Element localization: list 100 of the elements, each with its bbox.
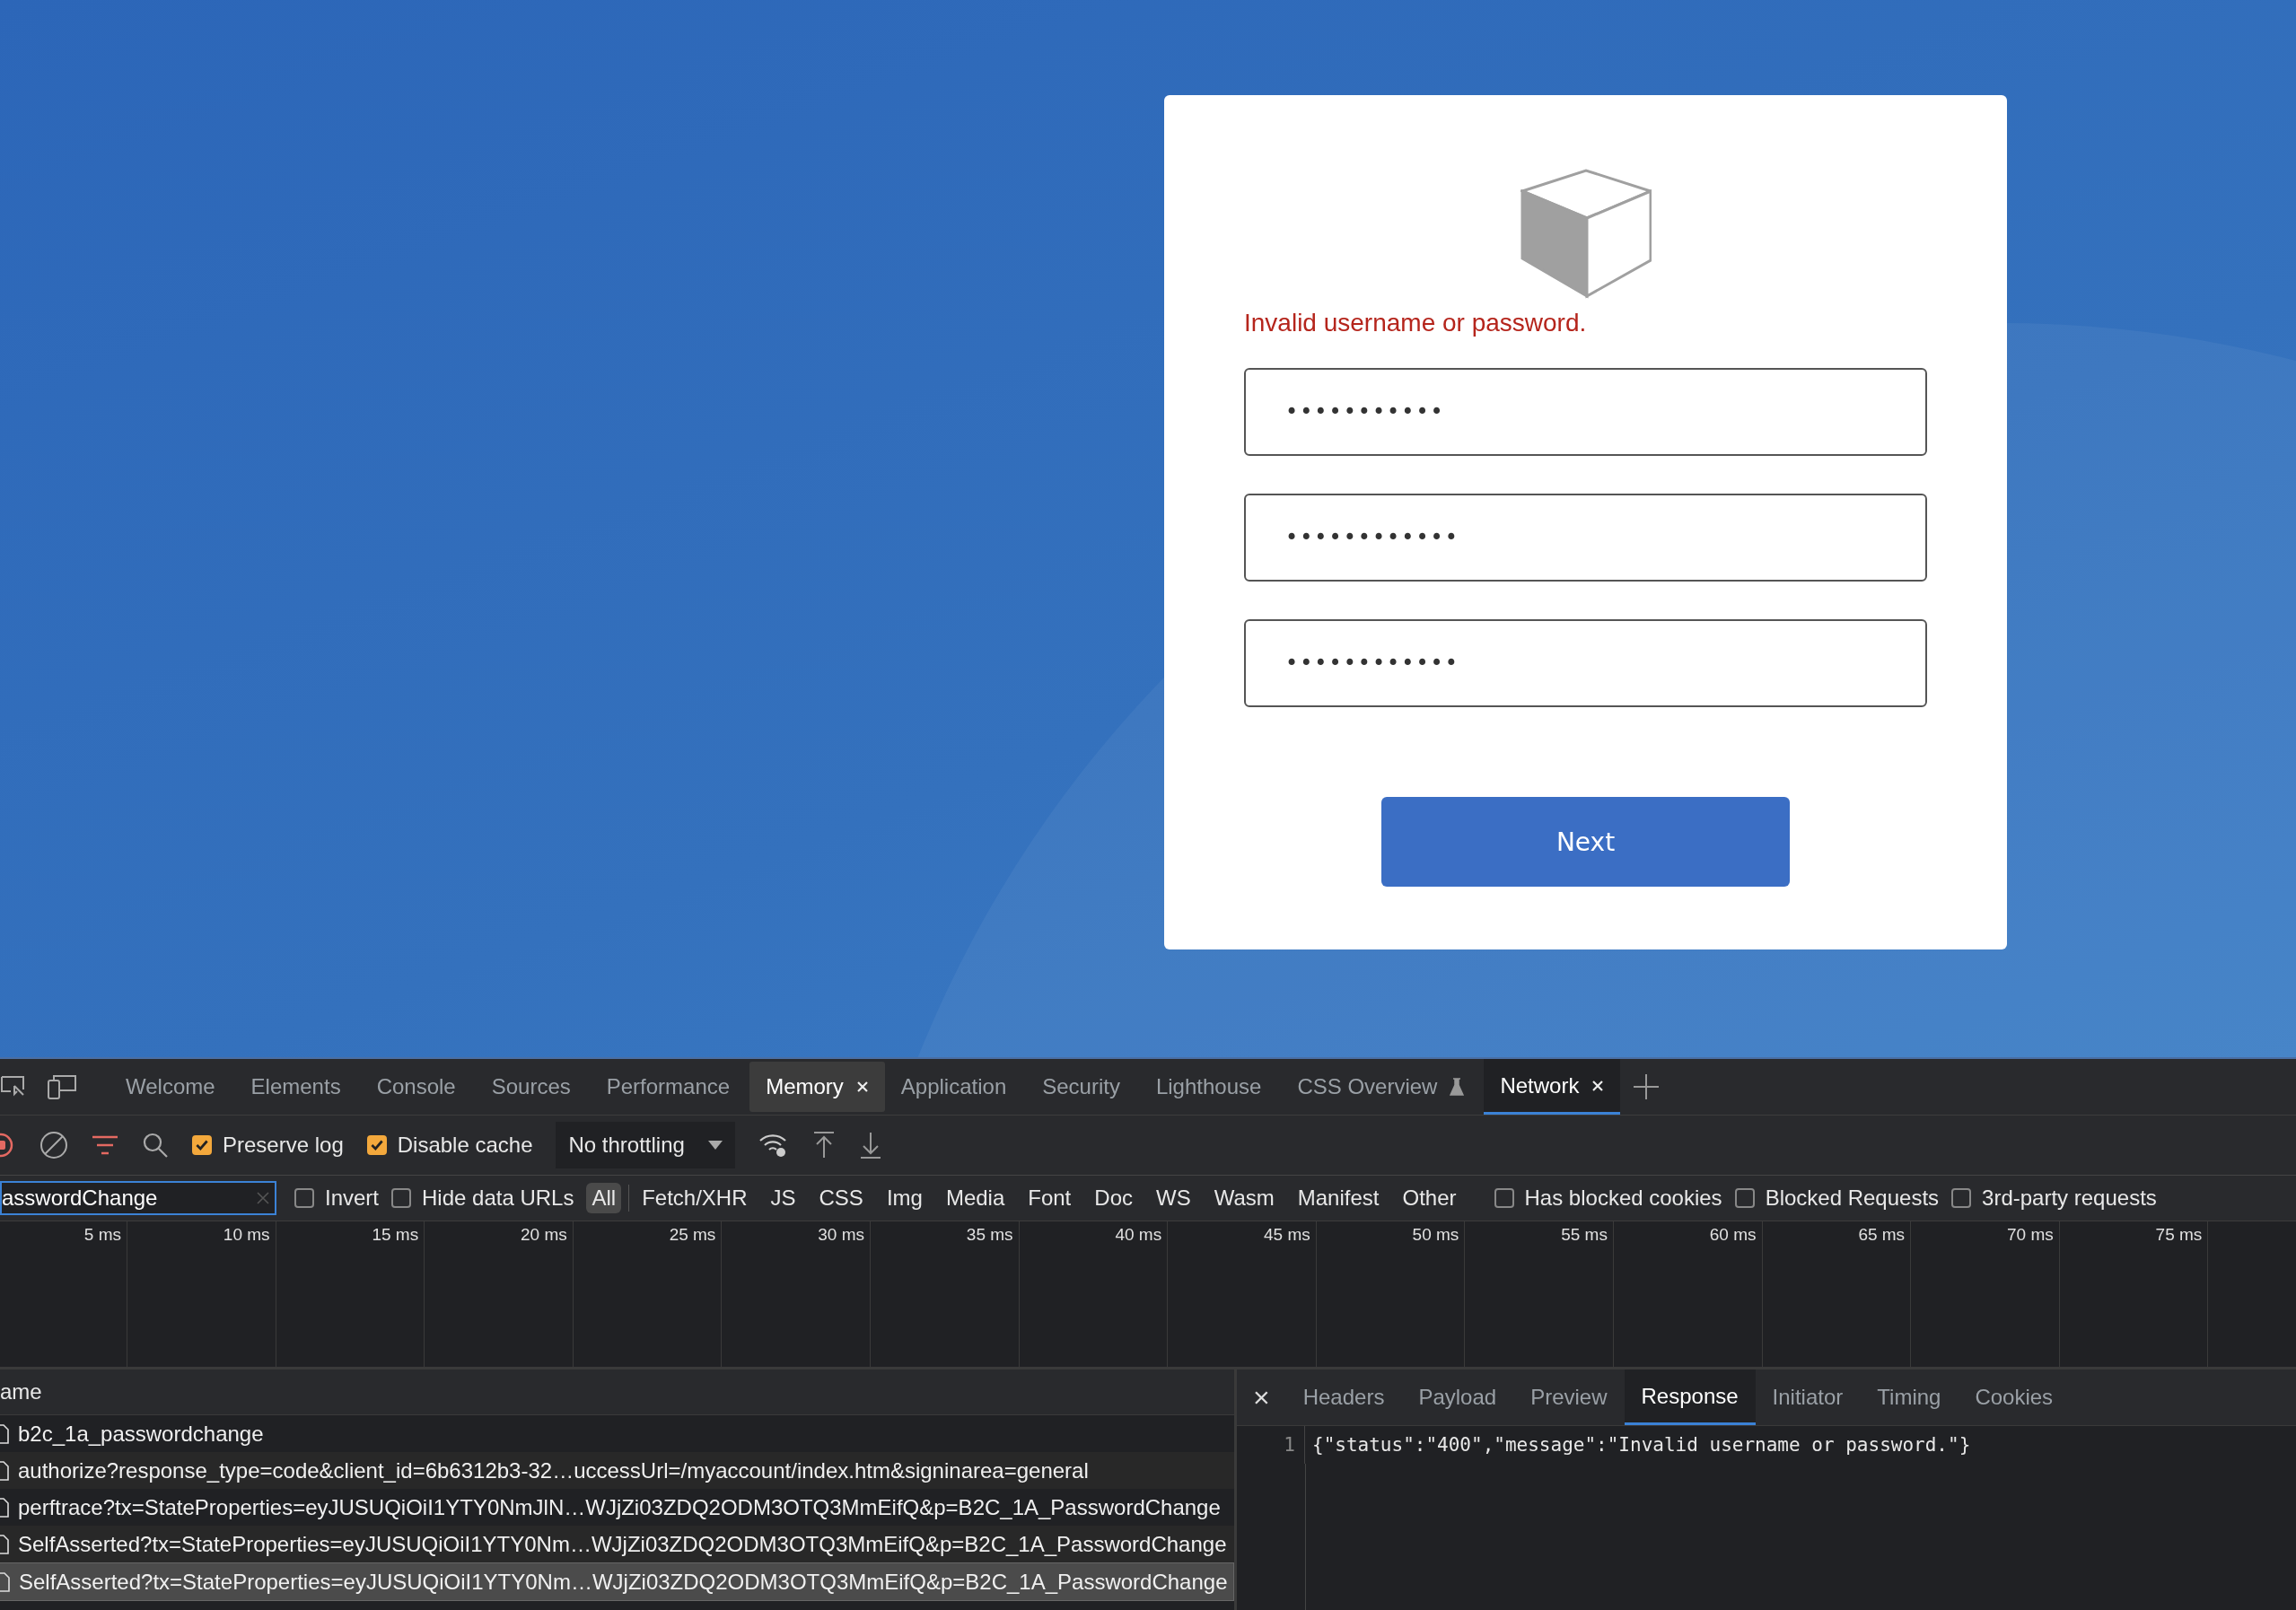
flask-icon [1450, 1078, 1465, 1096]
detail-tab[interactable]: Response [1624, 1369, 1756, 1425]
panel-tab[interactable]: Network [1484, 1059, 1621, 1115]
type-filter-button[interactable]: Media [940, 1183, 1011, 1213]
time-tick: 35 ms [966, 1225, 1013, 1245]
password-field[interactable]: •••••••••••• [1244, 494, 1927, 582]
time-tick: 70 ms [2006, 1225, 2054, 1245]
request-name: b2c_1a_passwordchange [18, 1421, 264, 1447]
detail-tab[interactable]: Payload [1401, 1369, 1514, 1425]
time-tick: 55 ms [1561, 1225, 1608, 1245]
tab-label: Security [1042, 1074, 1120, 1099]
code-line: {"status":"400","message":"Invalid username or password."} [1311, 1434, 1971, 1456]
panel-tab[interactable]: Lighthouse [1139, 1059, 1278, 1115]
panel-tab[interactable]: Elements [234, 1059, 357, 1115]
close-icon[interactable] [1591, 1079, 1605, 1092]
detail-tab[interactable]: Headers [1285, 1369, 1402, 1425]
panel-tab[interactable]: Console [360, 1059, 472, 1115]
detail-tab[interactable]: Initiator [1755, 1369, 1861, 1425]
type-filter-button[interactable]: WS [1151, 1183, 1196, 1213]
checkbox-option[interactable]: 3rd-party requests [1951, 1186, 2157, 1211]
type-filter-button[interactable]: Manifest [1292, 1183, 1385, 1213]
type-filter-button[interactable]: All [586, 1183, 622, 1213]
request-name: perftrace?tx=StateProperties=eyJUSUQiOiI1YTY0NmJlN…WJjZi03ZDQ2ODM3OTQ3MmEifQ&p=B2C_1A_PasswordChange [18, 1494, 1221, 1520]
clear-icon[interactable] [39, 1131, 68, 1159]
panel-tab[interactable]: Sources [475, 1059, 587, 1115]
upload-icon[interactable] [811, 1131, 836, 1159]
panel-tab[interactable]: Performance [590, 1059, 747, 1115]
detail-tab[interactable]: Timing [1860, 1369, 1959, 1425]
close-button[interactable]: × [1237, 1369, 1286, 1425]
time-tick: 30 ms [818, 1225, 864, 1245]
tab-label: Console [376, 1074, 456, 1099]
panel-tab[interactable]: Application [884, 1059, 1023, 1115]
checkbox[interactable] [1734, 1188, 1755, 1208]
checkbox-option[interactable]: Has blocked cookies [1494, 1186, 1722, 1211]
time-tick: 45 ms [1264, 1225, 1310, 1245]
type-filter-button[interactable]: Img [881, 1183, 928, 1213]
tab-label: Welcome [126, 1074, 215, 1099]
checkbox-option[interactable]: Preserve log [192, 1133, 344, 1158]
checkbox[interactable] [192, 1135, 212, 1155]
panel-tab[interactable]: Welcome [110, 1059, 232, 1115]
checkbox-option[interactable]: Blocked Requests [1734, 1186, 1940, 1211]
tab-label: Application [900, 1074, 1007, 1099]
checkbox[interactable] [1951, 1188, 1972, 1208]
request-row[interactable]: SelfAsserted?tx=StateProperties=eyJUSUQiOiI1YTY0Nm…WJjZi03ZDQ2ODM3OTQ3MmEifQ&p=B2C_1A_PasswordChange [0, 1526, 1234, 1562]
type-filter-button[interactable]: Other [1397, 1183, 1462, 1213]
time-tick: 25 ms [669, 1225, 716, 1245]
time-tick: 50 ms [1412, 1225, 1459, 1245]
time-tick: 20 ms [521, 1225, 567, 1245]
search-icon[interactable] [142, 1132, 169, 1159]
time-tick: 75 ms [2155, 1225, 2203, 1245]
password-field[interactable]: ••••••••••• [1244, 368, 1927, 456]
checkbox-option[interactable]: Hide data URLs [391, 1186, 574, 1211]
time-tick: 60 ms [1709, 1225, 1757, 1245]
tab-label: Sources [491, 1074, 571, 1099]
time-tick: 5 ms [83, 1225, 121, 1245]
download-icon[interactable] [858, 1131, 882, 1159]
filter-field[interactable]: asswordChange [0, 1181, 276, 1215]
checkbox[interactable] [1494, 1188, 1514, 1208]
next-button[interactable]: Next [1381, 797, 1790, 887]
column-header[interactable]: ame [0, 1369, 1234, 1415]
panel-tab[interactable]: CSS Overview [1281, 1059, 1481, 1115]
tab-label: Elements [250, 1074, 341, 1099]
type-filter-button[interactable]: Doc [1089, 1183, 1138, 1213]
tab-label: Lighthouse [1155, 1074, 1262, 1099]
time-tick: 65 ms [1858, 1225, 1906, 1245]
password-field[interactable]: •••••••••••• [1244, 619, 1927, 707]
type-filter-button[interactable]: CSS [813, 1183, 869, 1213]
request-row[interactable]: authorize?response_type=code&client_id=6b6312b3-32…uccessUrl=/myaccount/index.htm&signinarea=general [0, 1452, 1234, 1489]
type-filter-button[interactable]: Font [1022, 1183, 1077, 1213]
tab-label: CSS Overview [1297, 1074, 1438, 1099]
checkbox[interactable] [366, 1135, 387, 1155]
request-name: SelfAsserted?tx=StateProperties=eyJUSUQiOiI1YTY0Nm…WJjZi03ZDQ2ODM3OTQ3MmEifQ&p=B2C_1A_PasswordChange [19, 1569, 1228, 1595]
document-icon [0, 1571, 10, 1592]
add-tab-icon[interactable] [1633, 1073, 1661, 1100]
time-tick: 40 ms [1115, 1225, 1162, 1245]
type-filter-button[interactable]: Wasm [1208, 1183, 1280, 1213]
line-number: 1 [1237, 1426, 1305, 1464]
type-filter-button[interactable]: JS [765, 1183, 802, 1213]
tab-label: Performance [606, 1074, 731, 1099]
tab-label: Memory [766, 1074, 844, 1099]
time-tick: 10 ms [223, 1225, 270, 1245]
request-name: authorize?response_type=code&client_id=6b6312b3-32…uccessUrl=/myaccount/index.htm&signinarea=general [18, 1457, 1089, 1483]
caret-icon [707, 1141, 723, 1150]
detail-tab[interactable]: Preview [1513, 1369, 1625, 1425]
detail-tab[interactable]: Cookies [1958, 1369, 2071, 1425]
checkbox-option[interactable]: Invert [294, 1186, 380, 1211]
panel-tab[interactable]: Security [1026, 1059, 1136, 1115]
device-toolbar-icon[interactable] [47, 1073, 77, 1100]
filter-text: asswordChange [2, 1186, 158, 1211]
checkbox[interactable] [294, 1188, 314, 1208]
checkbox-option[interactable]: Disable cache [366, 1133, 533, 1158]
request-row[interactable]: SelfAsserted?tx=StateProperties=eyJUSUQiOiI1YTY0Nm…WJjZi03ZDQ2ODM3OTQ3MmEifQ&p=B2C_1A_PasswordChange [0, 1562, 1234, 1601]
time-tick: 15 ms [372, 1225, 419, 1245]
filter-icon[interactable] [92, 1134, 118, 1156]
panel-tab[interactable]: Memory [749, 1062, 885, 1112]
close-icon[interactable] [855, 1081, 869, 1093]
throttling-dropdown[interactable]: No throttling [556, 1122, 735, 1168]
checkbox[interactable] [391, 1188, 412, 1208]
type-filter-button[interactable]: Fetch/XHR [636, 1183, 753, 1213]
request-name: SelfAsserted?tx=StateProperties=eyJUSUQiOiI1YTY0Nm…WJjZi03ZDQ2ODM3OTQ3MmEifQ&p=B2C_1A_PasswordChange [18, 1531, 1227, 1557]
